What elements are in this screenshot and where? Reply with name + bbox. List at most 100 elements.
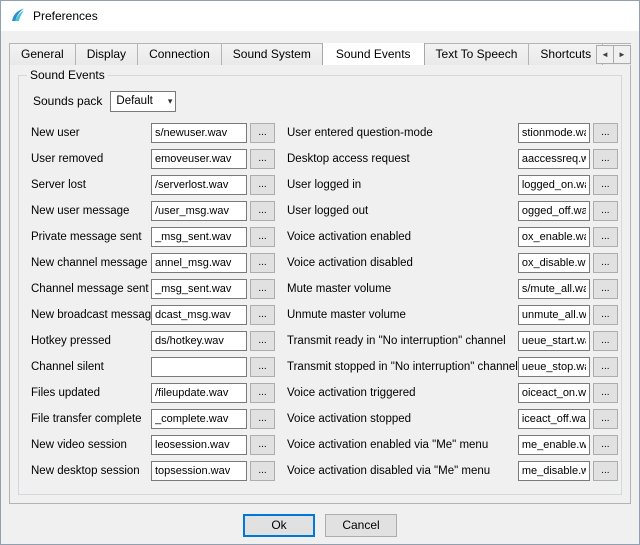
browse-button[interactable]: ... <box>250 253 275 273</box>
sound-file-input[interactable] <box>518 227 590 247</box>
tab-page-sound-events: Sound Events Sounds pack Default ▾ New u… <box>9 64 631 504</box>
sound-event-label: New user message <box>31 205 151 217</box>
browse-button[interactable]: ... <box>593 383 618 403</box>
cancel-button[interactable]: Cancel <box>325 514 397 537</box>
browse-button[interactable]: ... <box>593 175 618 195</box>
sound-event-label: Transmit ready in "No interruption" chan… <box>287 335 518 347</box>
sounds-pack-combobox[interactable]: Default ▾ <box>110 91 176 112</box>
browse-button[interactable]: ... <box>593 279 618 299</box>
browse-button[interactable]: ... <box>250 279 275 299</box>
sound-file-input[interactable] <box>151 201 247 221</box>
sound-event-label: Server lost <box>31 179 151 191</box>
sounds-pack-value: Default <box>116 95 152 107</box>
browse-button[interactable]: ... <box>593 253 618 273</box>
sound-file-input[interactable] <box>518 409 590 429</box>
sound-file-input[interactable] <box>151 435 247 455</box>
browse-button[interactable]: ... <box>250 383 275 403</box>
sound-event-row: Transmit ready in "No interruption" chan… <box>287 328 618 354</box>
ok-button[interactable]: Ok <box>243 514 315 537</box>
sound-event-row: Server lost... <box>31 172 275 198</box>
sound-event-row: Desktop access request... <box>287 146 618 172</box>
sounds-pack-row: Sounds pack Default ▾ <box>33 90 611 112</box>
sound-event-label: Voice activation disabled <box>287 257 518 269</box>
browse-button[interactable]: ... <box>593 461 618 481</box>
sound-file-input[interactable] <box>518 201 590 221</box>
browse-button[interactable]: ... <box>250 461 275 481</box>
sound-file-input[interactable] <box>151 461 247 481</box>
sound-event-row: Hotkey pressed... <box>31 328 275 354</box>
tab-connection[interactable]: Connection <box>137 43 222 65</box>
sound-file-input[interactable] <box>151 253 247 273</box>
browse-button[interactable]: ... <box>593 435 618 455</box>
tab-display[interactable]: Display <box>75 43 138 65</box>
sound-event-label: New video session <box>31 439 151 451</box>
browse-button[interactable]: ... <box>250 227 275 247</box>
sound-file-input[interactable] <box>518 435 590 455</box>
browse-button[interactable]: ... <box>593 227 618 247</box>
browse-button[interactable]: ... <box>593 305 618 325</box>
sound-file-input[interactable] <box>151 305 247 325</box>
sound-file-input[interactable] <box>518 461 590 481</box>
tab-scroll-spinner: ◄ ► <box>597 45 631 64</box>
sound-file-input[interactable] <box>151 383 247 403</box>
sound-file-input[interactable] <box>518 305 590 325</box>
browse-button[interactable]: ... <box>250 305 275 325</box>
browse-button[interactable]: ... <box>250 201 275 221</box>
sound-file-input[interactable] <box>151 175 247 195</box>
sound-file-input[interactable] <box>518 279 590 299</box>
tab-sound-events[interactable]: Sound Events <box>322 43 425 65</box>
sound-event-row: New user... <box>31 120 275 146</box>
browse-button[interactable]: ... <box>250 123 275 143</box>
sound-event-label: Channel silent <box>31 361 151 373</box>
browse-button[interactable]: ... <box>250 175 275 195</box>
sound-file-input[interactable] <box>518 357 590 377</box>
sound-event-row: User entered question-mode... <box>287 120 618 146</box>
sound-file-input[interactable] <box>151 123 247 143</box>
sound-file-input[interactable] <box>151 227 247 247</box>
browse-button[interactable]: ... <box>250 149 275 169</box>
browse-button[interactable]: ... <box>593 149 618 169</box>
tab-scroll-right-button[interactable]: ► <box>613 45 631 64</box>
browse-button[interactable]: ... <box>593 201 618 221</box>
browse-button[interactable]: ... <box>250 435 275 455</box>
sound-file-input[interactable] <box>151 331 247 351</box>
sound-event-row: Voice activation stopped... <box>287 406 618 432</box>
sound-file-input[interactable] <box>518 123 590 143</box>
sound-file-input[interactable] <box>518 331 590 351</box>
browse-button[interactable]: ... <box>250 357 275 377</box>
sound-file-input[interactable] <box>518 383 590 403</box>
tab-shortcuts[interactable]: Shortcuts <box>528 43 603 65</box>
sound-file-input[interactable] <box>151 149 247 169</box>
sound-event-label: Files updated <box>31 387 151 399</box>
sound-event-label: Hotkey pressed <box>31 335 151 347</box>
sound-event-label: User removed <box>31 153 151 165</box>
tab-text-to-speech[interactable]: Text To Speech <box>424 43 530 65</box>
sound-event-label: Voice activation disabled via "Me" menu <box>287 465 518 477</box>
browse-button[interactable]: ... <box>250 409 275 429</box>
browse-button[interactable]: ... <box>250 331 275 351</box>
browse-button[interactable]: ... <box>593 331 618 351</box>
sound-file-input[interactable] <box>151 357 247 377</box>
browse-button[interactable]: ... <box>593 357 618 377</box>
browse-button[interactable]: ... <box>593 123 618 143</box>
sound-file-input[interactable] <box>151 409 247 429</box>
sound-file-input[interactable] <box>518 175 590 195</box>
browse-button[interactable]: ... <box>593 409 618 429</box>
dialog-footer: Ok Cancel <box>1 504 639 544</box>
window-title: Preferences <box>33 9 98 23</box>
sound-file-input[interactable] <box>518 253 590 273</box>
sound-file-input[interactable] <box>518 149 590 169</box>
sound-event-label: Voice activation enabled <box>287 231 518 243</box>
tab-scroll-left-button[interactable]: ◄ <box>596 45 614 64</box>
left-column: New user...User removed...Server lost...… <box>31 120 275 484</box>
sound-file-input[interactable] <box>151 279 247 299</box>
sound-event-label: New desktop session <box>31 465 151 477</box>
sound-event-label: Voice activation triggered <box>287 387 518 399</box>
sound-event-row: Voice activation disabled... <box>287 250 618 276</box>
tab-sound-system[interactable]: Sound System <box>221 43 323 65</box>
sound-event-row: New channel message... <box>31 250 275 276</box>
titlebar: Preferences <box>1 1 639 31</box>
sound-event-label: User logged in <box>287 179 518 191</box>
tab-general[interactable]: General <box>9 43 76 65</box>
group-title: Sound Events <box>27 68 108 82</box>
